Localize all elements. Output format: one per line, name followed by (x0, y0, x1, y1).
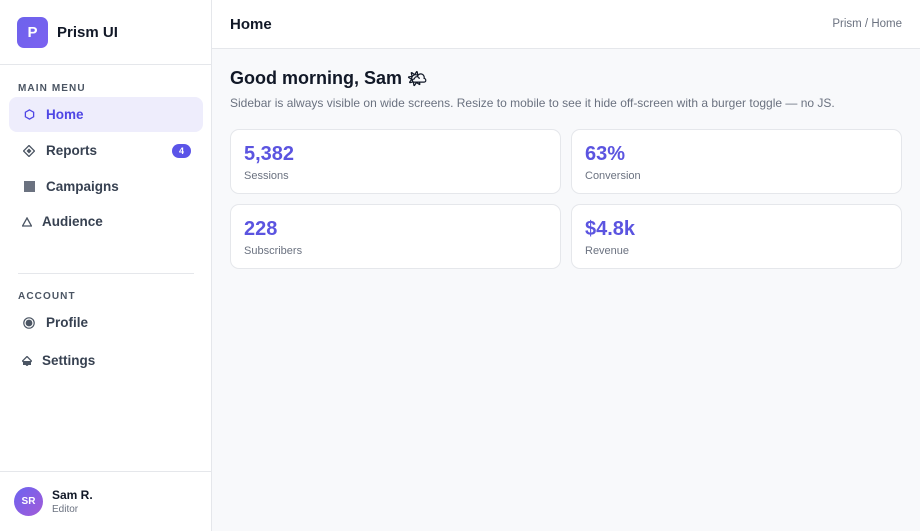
sidebar-divider (18, 273, 194, 274)
sidebar: P Prism UI MAIN MENU Home Reports 4 Camp… (0, 0, 212, 531)
hexagon-icon (21, 109, 37, 120)
stat-value: $4.8k (585, 218, 636, 240)
sidebar-item-reports[interactable]: Reports 4 (9, 133, 203, 168)
breadcrumb: Prism / Home (832, 18, 902, 30)
stat-label: Subscribers (244, 245, 303, 257)
brand[interactable]: P Prism UI (0, 0, 211, 65)
sidebar-item-label: Campaigns (46, 179, 119, 194)
square-icon (21, 181, 37, 192)
sidebar-item-campaigns[interactable]: Campaigns (9, 169, 203, 204)
page-subtitle: Sidebar is always visible on wide screen… (230, 96, 835, 110)
sidebar-item-profile[interactable]: Profile (9, 305, 203, 340)
reports-count-badge: 4 (172, 144, 191, 158)
stat-card-revenue: $4.8k Revenue (571, 204, 902, 269)
sidebar-item-home[interactable]: Home (9, 97, 203, 132)
stat-card-sessions: 5,382 Sessions (230, 129, 561, 194)
user-role: Editor (52, 504, 79, 515)
stat-value: 63% (585, 143, 626, 165)
sidebar-item-label: Home (46, 107, 84, 122)
sidebar-item-label: Audience (42, 214, 103, 229)
avatar: SR (14, 487, 43, 516)
brand-name: Prism UI (57, 23, 118, 41)
diamond-icon (21, 144, 37, 157)
user-name: Sam R. (52, 488, 93, 502)
greeting-text: Good morning, Sam (230, 68, 403, 88)
stat-value: 5,382 (244, 143, 295, 165)
topbar: Home Prism / Home (212, 0, 920, 49)
brand-logo: P (17, 16, 48, 48)
stat-card-conversion: 63% Conversion (571, 129, 902, 194)
greeting-heading: Good morning, Sam 🌤 (230, 68, 427, 89)
stat-value: 228 (244, 218, 278, 240)
sun-cloud-icon: 🌤 (407, 71, 428, 88)
sidebar-item-label: Profile (46, 315, 89, 330)
circle-icon (21, 316, 37, 329)
sidebar-item-label: Settings (42, 353, 96, 368)
user-profile-card[interactable]: SR Sam R. Editor (0, 471, 211, 531)
account-label: ACCOUNT (18, 291, 76, 302)
stat-label: Conversion (585, 170, 641, 182)
settings-icon (21, 355, 33, 366)
main-menu-label: MAIN MENU (18, 83, 86, 94)
stat-card-subscribers: 228 Subscribers (230, 204, 561, 269)
sidebar-item-audience[interactable]: Audience (9, 204, 203, 239)
sidebar-item-settings[interactable]: Settings (9, 343, 203, 378)
stat-label: Revenue (585, 245, 630, 257)
stat-label: Sessions (244, 170, 289, 182)
triangle-icon (21, 216, 33, 227)
sidebar-item-label: Reports (46, 143, 98, 158)
page-title: Home (230, 15, 272, 33)
